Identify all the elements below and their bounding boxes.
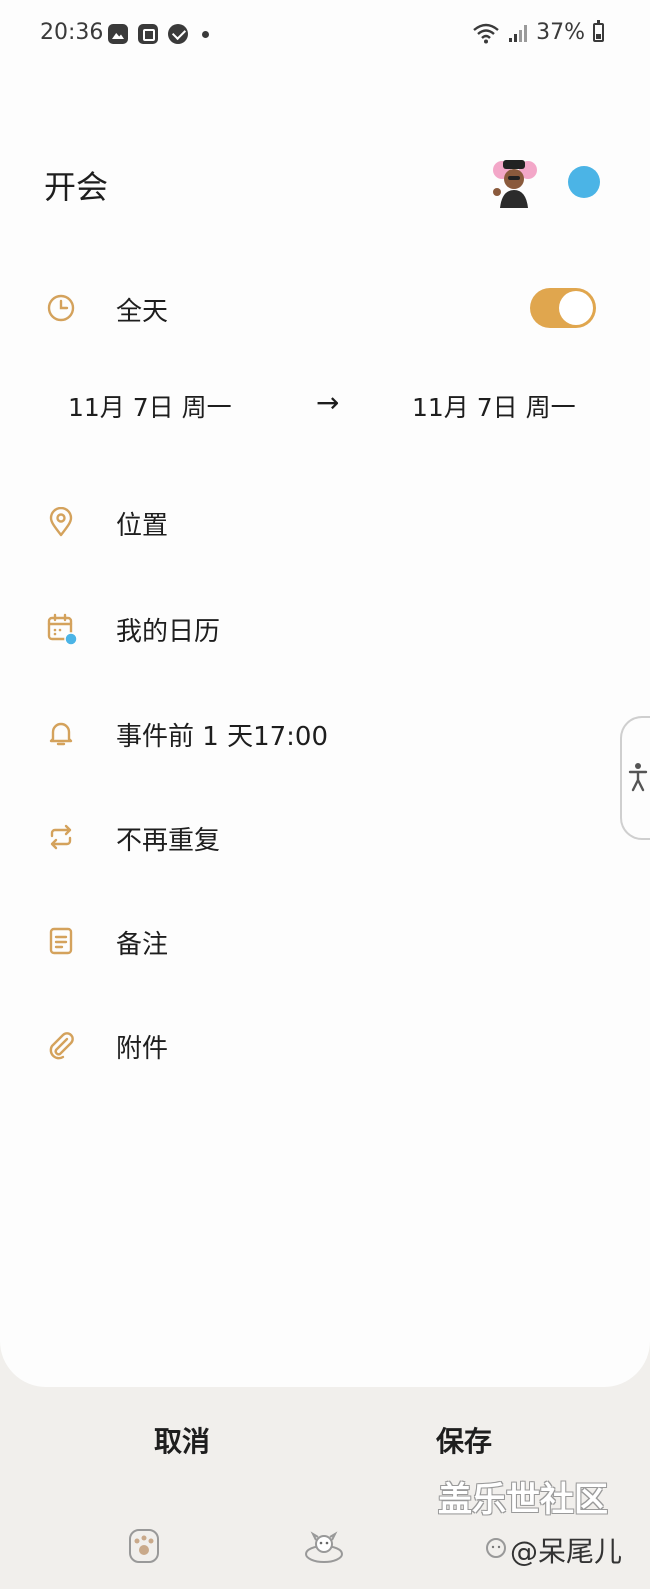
bell-icon [49,722,73,746]
calendar-icon [47,613,78,645]
attachments-field[interactable]: 附件 [116,1028,168,1065]
status-bar: 20:36 37% [0,0,650,70]
notes-icon [49,927,73,955]
start-date[interactable]: 11月 7日 周一 [68,388,232,424]
repeat-icon [50,824,72,850]
community-watermark: 盖乐世社区 [438,1480,608,1520]
date-range: 11月 7日 周一 → 11月 7日 周一 [0,386,650,428]
notes-field[interactable]: 备注 [116,924,168,961]
repeat-field[interactable]: 不再重复 [116,820,220,857]
accessibility-edge-handle[interactable] [620,716,650,840]
attachments-row[interactable]: 附件 [0,1015,650,1075]
title-row: 开会 [44,156,604,210]
notification-icons [108,24,209,44]
calendar-selector[interactable]: 我的日历 [116,611,220,648]
screenshot-notification-icon [138,24,158,44]
arrow-right-icon: → [316,386,340,419]
reminder-row[interactable]: 事件前 1 天17:00 [0,703,650,763]
wifi-icon [473,23,499,43]
pet-sticker-icon [486,1538,506,1558]
all-day-label: 全天 [116,297,169,327]
bottom-action-bar: 取消 保存 [0,1420,650,1470]
event-color-picker[interactable] [568,166,600,198]
accessibility-icon [628,763,648,792]
more-notifications-icon [202,30,209,38]
battery-icon [593,20,604,42]
end-date[interactable]: 11月 7日 周一 [412,388,576,424]
reminder-field[interactable]: 事件前 1 天17:00 [116,716,328,753]
system-indicators: 37% [472,20,604,45]
location-pin-icon [49,507,73,537]
battery-percentage: 37% [536,20,585,45]
notes-row[interactable]: 备注 [0,911,650,971]
location-field[interactable]: 位置 [116,505,168,542]
paw-sticker-icon [129,1529,159,1563]
clock-icon [47,294,75,322]
author-watermark: @呆尾儿 [510,1535,623,1568]
dog-sticker-icon [305,1531,343,1563]
event-title-input[interactable]: 开会 [44,162,108,208]
gallery-notification-icon [108,24,128,44]
location-row[interactable]: 位置 [0,492,650,552]
app-notification-icon [168,24,188,44]
avatar-sticker-icon[interactable] [488,156,540,208]
calendar-row[interactable]: 我的日历 [0,598,650,658]
paperclip-icon [49,1032,74,1060]
all-day-toggle[interactable] [530,288,596,328]
toggle-knob [559,291,593,325]
signal-icon [509,24,528,42]
repeat-row[interactable]: 不再重复 [0,807,650,867]
save-button[interactable]: 保存 [436,1420,492,1460]
status-time: 20:36 [40,20,104,45]
cancel-button[interactable]: 取消 [154,1420,210,1460]
